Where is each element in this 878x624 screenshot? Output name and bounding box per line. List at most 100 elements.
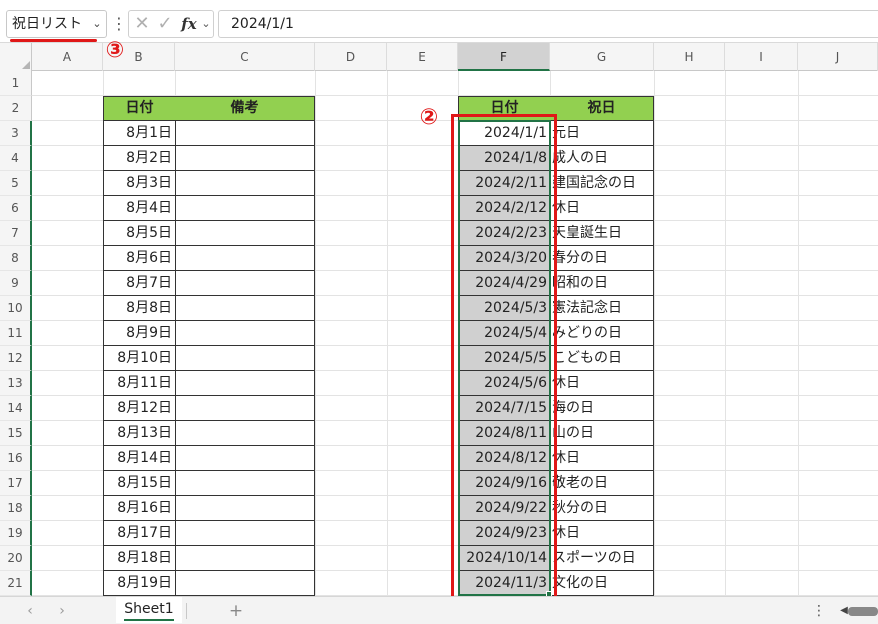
date-cell[interactable]: 8月7日 xyxy=(103,271,176,296)
row-header-12[interactable]: 12 xyxy=(0,346,32,371)
column-header-g[interactable]: G xyxy=(550,43,654,71)
note-cell[interactable] xyxy=(175,546,315,571)
row-header-6[interactable]: 6 xyxy=(0,196,32,221)
row-header-5[interactable]: 5 xyxy=(0,171,32,196)
insert-function-button[interactable]: fx xyxy=(178,10,200,38)
date-cell[interactable]: 8月5日 xyxy=(103,221,176,246)
date-cell[interactable]: 8月18日 xyxy=(103,546,176,571)
row-header-16[interactable]: 16 xyxy=(0,446,32,471)
date-cell[interactable]: 8月17日 xyxy=(103,521,176,546)
note-cell[interactable] xyxy=(175,421,315,446)
horizontal-scrollbar[interactable] xyxy=(848,607,878,616)
note-cell[interactable] xyxy=(175,446,315,471)
holiday-name-cell[interactable]: 休日 xyxy=(550,521,654,546)
date-cell[interactable]: 8月4日 xyxy=(103,196,176,221)
note-cell[interactable] xyxy=(175,171,315,196)
holiday-name-cell[interactable]: こどもの日 xyxy=(550,346,654,371)
holiday-name-cell[interactable]: 憲法記念日 xyxy=(550,296,654,321)
date-cell[interactable]: 8月9日 xyxy=(103,321,176,346)
date-cell[interactable]: 8月3日 xyxy=(103,171,176,196)
holiday-name-cell[interactable]: 休日 xyxy=(550,446,654,471)
note-cell[interactable] xyxy=(175,521,315,546)
date-cell[interactable]: 8月8日 xyxy=(103,296,176,321)
holiday-name-cell[interactable]: 海の日 xyxy=(550,396,654,421)
note-cell[interactable] xyxy=(175,121,315,146)
holiday-name-cell[interactable]: 山の日 xyxy=(550,421,654,446)
holiday-name-cell[interactable]: スポーツの日 xyxy=(550,546,654,571)
more-options-icon[interactable]: ⋮ xyxy=(111,12,127,36)
date-cell[interactable]: 8月13日 xyxy=(103,421,176,446)
note-cell[interactable] xyxy=(175,146,315,171)
date-cell[interactable]: 8月15日 xyxy=(103,471,176,496)
previous-sheet-button[interactable]: ‹ xyxy=(20,599,40,623)
holiday-name-cell[interactable]: 秋分の日 xyxy=(550,496,654,521)
note-cell[interactable] xyxy=(175,321,315,346)
date-cell[interactable]: 8月11日 xyxy=(103,371,176,396)
row-header-17[interactable]: 17 xyxy=(0,471,32,496)
date-cell[interactable]: 8月6日 xyxy=(103,246,176,271)
row-header-20[interactable]: 20 xyxy=(0,546,32,571)
holiday-name-cell[interactable]: 文化の日 xyxy=(550,571,654,596)
row-header-9[interactable]: 9 xyxy=(0,271,32,296)
holiday-name-cell[interactable]: 春分の日 xyxy=(550,246,654,271)
note-cell[interactable] xyxy=(175,571,315,596)
date-cell[interactable]: 8月2日 xyxy=(103,146,176,171)
row-header-13[interactable]: 13 xyxy=(0,371,32,396)
row-header-10[interactable]: 10 xyxy=(0,296,32,321)
cancel-icon[interactable]: ✕ xyxy=(132,10,152,38)
row-header-11[interactable]: 11 xyxy=(0,321,32,346)
column-header-d[interactable]: D xyxy=(315,43,387,71)
column-header-h[interactable]: H xyxy=(654,43,725,71)
holiday-name-cell[interactable]: 休日 xyxy=(550,196,654,221)
row-header-4[interactable]: 4 xyxy=(0,146,32,171)
row-header-7[interactable]: 7 xyxy=(0,221,32,246)
chevron-down-icon[interactable]: ⌄ xyxy=(199,10,213,38)
column-header-f[interactable]: F xyxy=(458,43,550,71)
row-header-1[interactable]: 1 xyxy=(0,71,32,96)
note-cell[interactable] xyxy=(175,196,315,221)
row-header-2[interactable]: 2 xyxy=(0,96,32,121)
formula-input[interactable]: 2024/1/1 xyxy=(218,10,878,38)
row-header-15[interactable]: 15 xyxy=(0,421,32,446)
holiday-name-cell[interactable]: 休日 xyxy=(550,371,654,396)
note-cell[interactable] xyxy=(175,396,315,421)
note-cell[interactable] xyxy=(175,471,315,496)
row-header-3[interactable]: 3 xyxy=(0,121,32,146)
column-header-j[interactable]: J xyxy=(798,43,878,71)
holiday-name-cell[interactable]: 建国記念の日 xyxy=(550,171,654,196)
holiday-name-cell[interactable]: みどりの日 xyxy=(550,321,654,346)
holiday-name-cell[interactable]: 敬老の日 xyxy=(550,471,654,496)
holiday-name-cell[interactable]: 昭和の日 xyxy=(550,271,654,296)
date-cell[interactable]: 8月19日 xyxy=(103,571,176,596)
date-cell[interactable]: 8月1日 xyxy=(103,121,176,146)
enter-icon[interactable]: ✓ xyxy=(155,10,175,38)
column-header-i[interactable]: I xyxy=(725,43,798,71)
date-cell[interactable]: 8月16日 xyxy=(103,496,176,521)
note-cell[interactable] xyxy=(175,296,315,321)
add-sheet-button[interactable]: + xyxy=(226,599,246,623)
more-options-icon[interactable]: ⋮ xyxy=(812,600,826,622)
note-cell[interactable] xyxy=(175,496,315,521)
table-header-holiday: 祝日 xyxy=(550,96,654,121)
chevron-down-icon[interactable]: ⌄ xyxy=(90,10,104,38)
note-cell[interactable] xyxy=(175,371,315,396)
row-header-14[interactable]: 14 xyxy=(0,396,32,421)
next-sheet-button[interactable]: › xyxy=(52,599,72,623)
holiday-name-cell[interactable]: 天皇誕生日 xyxy=(550,221,654,246)
note-cell[interactable] xyxy=(175,246,315,271)
column-header-a[interactable]: A xyxy=(32,43,103,71)
column-header-c[interactable]: C xyxy=(175,43,315,71)
date-cell[interactable]: 8月10日 xyxy=(103,346,176,371)
holiday-name-cell[interactable]: 元日 xyxy=(550,121,654,146)
row-header-8[interactable]: 8 xyxy=(0,246,32,271)
row-header-19[interactable]: 19 xyxy=(0,521,32,546)
date-cell[interactable]: 8月14日 xyxy=(103,446,176,471)
date-cell[interactable]: 8月12日 xyxy=(103,396,176,421)
note-cell[interactable] xyxy=(175,346,315,371)
holiday-name-cell[interactable]: 成人の日 xyxy=(550,146,654,171)
column-header-e[interactable]: E xyxy=(387,43,458,71)
note-cell[interactable] xyxy=(175,271,315,296)
note-cell[interactable] xyxy=(175,221,315,246)
row-header-21[interactable]: 21 xyxy=(0,571,32,596)
row-header-18[interactable]: 18 xyxy=(0,496,32,521)
